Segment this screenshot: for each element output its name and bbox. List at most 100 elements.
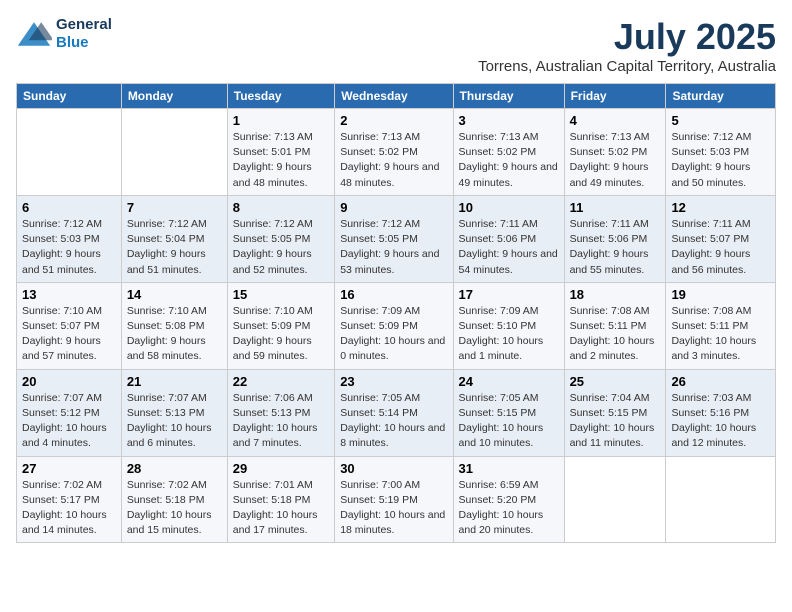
cell-info: Sunrise: 7:07 AM Sunset: 5:13 PM Dayligh… xyxy=(127,391,222,452)
cell-info: Sunrise: 7:04 AM Sunset: 5:15 PM Dayligh… xyxy=(570,391,661,452)
cell-info: Sunrise: 7:09 AM Sunset: 5:10 PM Dayligh… xyxy=(459,304,559,365)
day-number: 1 xyxy=(233,113,329,128)
calendar-cell: 28 Sunrise: 7:02 AM Sunset: 5:18 PM Dayli… xyxy=(121,456,227,543)
day-number: 30 xyxy=(340,461,447,476)
day-number: 24 xyxy=(459,374,559,389)
calendar-cell: 27Sunrise: 7:02 AM Sunset: 5:17 PM Dayli… xyxy=(17,456,122,543)
calendar-cell: 10Sunrise: 7:11 AM Sunset: 5:06 PM Dayli… xyxy=(453,195,564,282)
month-title: July 2025 xyxy=(478,16,776,58)
day-number: 17 xyxy=(459,287,559,302)
location-title: Torrens, Australian Capital Territory, A… xyxy=(478,58,776,75)
day-number: 3 xyxy=(459,113,559,128)
calendar-cell: 18 Sunrise: 7:08 AM Sunset: 5:11 PM Dayli… xyxy=(564,282,666,369)
calendar-week-row: 1 Sunrise: 7:13 AM Sunset: 5:01 PM Daylig… xyxy=(17,109,776,196)
day-number: 2 xyxy=(340,113,447,128)
cell-info: Sunrise: 7:01 AM Sunset: 5:18 PM Dayligh… xyxy=(233,478,329,539)
calendar-cell: 14 Sunrise: 7:10 AM Sunset: 5:08 PM Dayli… xyxy=(121,282,227,369)
calendar-cell xyxy=(17,109,122,196)
calendar-week-row: 27Sunrise: 7:02 AM Sunset: 5:17 PM Dayli… xyxy=(17,456,776,543)
calendar-cell: 31 Sunrise: 6:59 AM Sunset: 5:20 PM Dayli… xyxy=(453,456,564,543)
day-number: 9 xyxy=(340,200,447,215)
cell-info: Sunrise: 7:13 AM Sunset: 5:01 PM Dayligh… xyxy=(233,130,329,191)
cell-info: Sunrise: 7:07 AM Sunset: 5:12 PM Dayligh… xyxy=(22,391,116,452)
calendar-cell: 12 Sunrise: 7:11 AM Sunset: 5:07 PM Dayli… xyxy=(666,195,776,282)
calendar-cell: 8Sunrise: 7:12 AM Sunset: 5:05 PM Daylig… xyxy=(227,195,334,282)
calendar-cell xyxy=(666,456,776,543)
day-number: 11 xyxy=(570,200,661,215)
day-number: 21 xyxy=(127,374,222,389)
cell-info: Sunrise: 7:08 AM Sunset: 5:11 PM Dayligh… xyxy=(671,304,770,365)
cell-info: Sunrise: 7:02 AM Sunset: 5:17 PM Dayligh… xyxy=(22,478,116,539)
calendar-header-row: SundayMondayTuesdayWednesdayThursdayFrid… xyxy=(17,84,776,109)
day-number: 18 xyxy=(570,287,661,302)
cell-info: Sunrise: 7:13 AM Sunset: 5:02 PM Dayligh… xyxy=(340,130,447,191)
cell-info: Sunrise: 7:06 AM Sunset: 5:13 PM Dayligh… xyxy=(233,391,329,452)
day-number: 14 xyxy=(127,287,222,302)
cell-info: Sunrise: 7:11 AM Sunset: 5:06 PM Dayligh… xyxy=(570,217,661,278)
calendar-cell: 22Sunrise: 7:06 AM Sunset: 5:13 PM Dayli… xyxy=(227,369,334,456)
day-number: 26 xyxy=(671,374,770,389)
day-number: 20 xyxy=(22,374,116,389)
cell-info: Sunrise: 7:10 AM Sunset: 5:08 PM Dayligh… xyxy=(127,304,222,365)
header-day-thursday: Thursday xyxy=(453,84,564,109)
day-number: 12 xyxy=(671,200,770,215)
calendar-table: SundayMondayTuesdayWednesdayThursdayFrid… xyxy=(16,83,776,543)
calendar-cell: 6 Sunrise: 7:12 AM Sunset: 5:03 PM Daylig… xyxy=(17,195,122,282)
calendar-week-row: 13Sunrise: 7:10 AM Sunset: 5:07 PM Dayli… xyxy=(17,282,776,369)
cell-info: Sunrise: 7:00 AM Sunset: 5:19 PM Dayligh… xyxy=(340,478,447,539)
calendar-cell: 21 Sunrise: 7:07 AM Sunset: 5:13 PM Dayli… xyxy=(121,369,227,456)
calendar-cell: 30 Sunrise: 7:00 AM Sunset: 5:19 PM Dayli… xyxy=(335,456,453,543)
day-number: 23 xyxy=(340,374,447,389)
cell-info: Sunrise: 7:11 AM Sunset: 5:06 PM Dayligh… xyxy=(459,217,559,278)
calendar-cell: 3Sunrise: 7:13 AM Sunset: 5:02 PM Daylig… xyxy=(453,109,564,196)
calendar-cell: 29Sunrise: 7:01 AM Sunset: 5:18 PM Dayli… xyxy=(227,456,334,543)
header-day-friday: Friday xyxy=(564,84,666,109)
cell-info: Sunrise: 7:02 AM Sunset: 5:18 PM Dayligh… xyxy=(127,478,222,539)
page-header: General Blue July 2025 Torrens, Australi… xyxy=(16,16,776,75)
cell-info: Sunrise: 7:10 AM Sunset: 5:09 PM Dayligh… xyxy=(233,304,329,365)
title-area: July 2025 Torrens, Australian Capital Te… xyxy=(478,16,776,75)
calendar-cell: 13Sunrise: 7:10 AM Sunset: 5:07 PM Dayli… xyxy=(17,282,122,369)
day-number: 4 xyxy=(570,113,661,128)
cell-info: Sunrise: 6:59 AM Sunset: 5:20 PM Dayligh… xyxy=(459,478,559,539)
cell-info: Sunrise: 7:09 AM Sunset: 5:09 PM Dayligh… xyxy=(340,304,447,365)
cell-info: Sunrise: 7:12 AM Sunset: 5:05 PM Dayligh… xyxy=(233,217,329,278)
day-number: 6 xyxy=(22,200,116,215)
day-number: 7 xyxy=(127,200,222,215)
day-number: 5 xyxy=(671,113,770,128)
calendar-cell: 4 Sunrise: 7:13 AM Sunset: 5:02 PM Daylig… xyxy=(564,109,666,196)
cell-info: Sunrise: 7:10 AM Sunset: 5:07 PM Dayligh… xyxy=(22,304,116,365)
calendar-cell: 5 Sunrise: 7:12 AM Sunset: 5:03 PM Daylig… xyxy=(666,109,776,196)
calendar-week-row: 20 Sunrise: 7:07 AM Sunset: 5:12 PM Dayli… xyxy=(17,369,776,456)
calendar-cell: 7 Sunrise: 7:12 AM Sunset: 5:04 PM Daylig… xyxy=(121,195,227,282)
calendar-cell: 26Sunrise: 7:03 AM Sunset: 5:16 PM Dayli… xyxy=(666,369,776,456)
cell-info: Sunrise: 7:12 AM Sunset: 5:03 PM Dayligh… xyxy=(671,130,770,191)
cell-info: Sunrise: 7:12 AM Sunset: 5:04 PM Dayligh… xyxy=(127,217,222,278)
cell-info: Sunrise: 7:13 AM Sunset: 5:02 PM Dayligh… xyxy=(570,130,661,191)
cell-info: Sunrise: 7:12 AM Sunset: 5:03 PM Dayligh… xyxy=(22,217,116,278)
day-number: 19 xyxy=(671,287,770,302)
logo: General Blue xyxy=(16,16,112,52)
day-number: 16 xyxy=(340,287,447,302)
day-number: 28 xyxy=(127,461,222,476)
calendar-cell: 2 Sunrise: 7:13 AM Sunset: 5:02 PM Daylig… xyxy=(335,109,453,196)
calendar-cell: 16 Sunrise: 7:09 AM Sunset: 5:09 PM Dayli… xyxy=(335,282,453,369)
calendar-week-row: 6 Sunrise: 7:12 AM Sunset: 5:03 PM Daylig… xyxy=(17,195,776,282)
cell-info: Sunrise: 7:12 AM Sunset: 5:05 PM Dayligh… xyxy=(340,217,447,278)
calendar-cell: 25Sunrise: 7:04 AM Sunset: 5:15 PM Dayli… xyxy=(564,369,666,456)
calendar-cell: 15 Sunrise: 7:10 AM Sunset: 5:09 PM Dayli… xyxy=(227,282,334,369)
cell-info: Sunrise: 7:08 AM Sunset: 5:11 PM Dayligh… xyxy=(570,304,661,365)
cell-info: Sunrise: 7:05 AM Sunset: 5:14 PM Dayligh… xyxy=(340,391,447,452)
calendar-cell: 24 Sunrise: 7:05 AM Sunset: 5:15 PM Dayli… xyxy=(453,369,564,456)
calendar-cell xyxy=(121,109,227,196)
day-number: 15 xyxy=(233,287,329,302)
day-number: 31 xyxy=(459,461,559,476)
calendar-cell: 1 Sunrise: 7:13 AM Sunset: 5:01 PM Daylig… xyxy=(227,109,334,196)
cell-info: Sunrise: 7:11 AM Sunset: 5:07 PM Dayligh… xyxy=(671,217,770,278)
header-day-monday: Monday xyxy=(121,84,227,109)
cell-info: Sunrise: 7:05 AM Sunset: 5:15 PM Dayligh… xyxy=(459,391,559,452)
header-day-saturday: Saturday xyxy=(666,84,776,109)
calendar-cell: 19 Sunrise: 7:08 AM Sunset: 5:11 PM Dayli… xyxy=(666,282,776,369)
calendar-cell: 17 Sunrise: 7:09 AM Sunset: 5:10 PM Dayli… xyxy=(453,282,564,369)
calendar-cell: 11 Sunrise: 7:11 AM Sunset: 5:06 PM Dayli… xyxy=(564,195,666,282)
